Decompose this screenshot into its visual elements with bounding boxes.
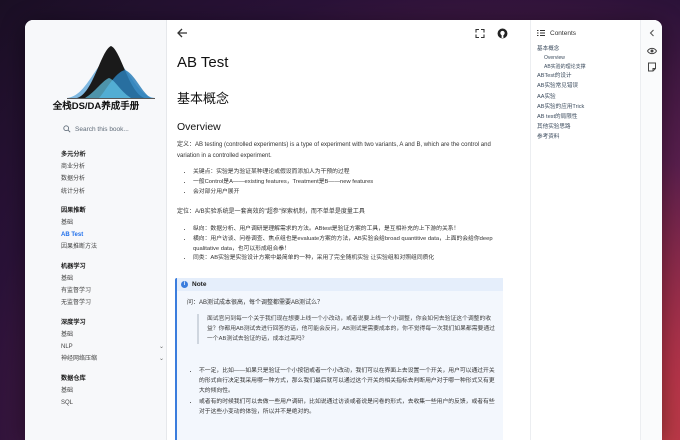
sidebar-item[interactable]: 神经网络压缩 ⌄ [61, 353, 166, 365]
collapse-chevron-icon[interactable] [647, 28, 657, 38]
positioning-paragraph: 定位：A/B实验系统是一套高效的"超参"探索机制，而不单单是度量工具 [177, 209, 365, 215]
nav-group-title: 数据仓库 [61, 374, 86, 382]
note-label: Note [192, 281, 207, 288]
subsection-heading: Overview [177, 121, 221, 133]
list-item: 关键点：实验是为验证某种理论或假设而添加人为干预的过程 [193, 168, 505, 178]
sidebar-item[interactable]: 基础 [61, 217, 166, 229]
list-item: 会对部分用户展开 [193, 188, 505, 198]
page-title: AB Test [177, 54, 229, 71]
sidebar-item-label: 神经网络压缩 [61, 356, 98, 363]
list-item: 同类：AB实验是实验设计方案中最简单的一种，采用了完全随机实验 让实验组和对照组… [193, 254, 505, 264]
toc-item[interactable]: ABTest的设计 [537, 71, 641, 81]
sidebar-item-label: 数据分析 [61, 176, 86, 183]
list-item: 一般Control是A——existing features，Treatment… [193, 178, 505, 188]
nav-group-title: 机器学习 [61, 262, 86, 270]
chevron-down-icon[interactable]: ⌄ [159, 353, 164, 365]
relation-list: 纵向：数据分析、用户调研是理解需求的方法。ABtest是验证方案的工具，是互相补… [185, 225, 505, 264]
app-window: 全栈DS/DA养成手册 Search this book... 多元分析 商业分… [25, 20, 662, 440]
table-of-contents: Contents 基本概念 Overview AB实验的理论支撑 ABTest的… [530, 20, 640, 440]
sidebar-item[interactable]: 基础 [61, 273, 166, 285]
note-question: 问：AB测试成本很高，每个调整都需要AB测试么？ [187, 300, 324, 306]
list-item: 纵向：数据分析、用户调研是理解需求的方法。ABtest是验证方案的工具，是互相补… [193, 225, 505, 235]
sidebar-item-label: 基础 [61, 275, 74, 282]
github-icon[interactable] [497, 28, 508, 39]
sidebar-item-label: 基础 [61, 387, 74, 394]
search-icon [63, 125, 71, 133]
sidebar-item[interactable]: 基础 [61, 329, 166, 341]
sidebar-item[interactable]: 基础 [61, 385, 166, 397]
sidebar-item-label: 基础 [61, 331, 74, 338]
sidebar-item[interactable]: 商业分析 [61, 161, 166, 173]
search-box[interactable]: Search this book... [63, 122, 163, 136]
note-header: i Note [177, 278, 503, 291]
sidebar-item[interactable]: 有监督学习 [61, 285, 166, 297]
toc-header: Contents [537, 29, 576, 37]
toc-subitem[interactable]: AB实验的理论支撑 [537, 63, 641, 72]
toc-item[interactable]: AB test的局限性 [537, 112, 641, 122]
sidebar-item-label: 有监督学习 [61, 288, 92, 295]
sidebar-item[interactable]: 因果推断方法 [61, 241, 166, 253]
sidebar-item[interactable]: NLP ⌄ [61, 341, 166, 353]
note-callout: i Note 问：AB测试成本很高，每个调整都需要AB测试么？ 面试官问到每一个… [175, 278, 503, 440]
sidebar-item-label: SQL [61, 399, 74, 406]
search-placeholder: Search this book... [75, 125, 129, 133]
sidebar-item-label: 无监督学习 [61, 300, 92, 307]
definition-paragraph: 定义：AB testing (controlled experiments) i… [177, 142, 491, 159]
note-icon[interactable] [647, 62, 657, 72]
sidebar: 全栈DS/DA养成手册 Search this book... 多元分析 商业分… [25, 20, 167, 440]
eye-icon[interactable] [647, 46, 657, 56]
sidebar-item[interactable]: SQL [61, 397, 166, 409]
nav-group-title: 深度学习 [61, 318, 86, 326]
right-toolbar [640, 20, 662, 440]
toc-item[interactable]: AA实验 [537, 92, 641, 102]
list-item: 不一定，比如——如果只是验证一个小按钮或者一个小改动，我们可以在界面上去设置一个… [199, 367, 497, 396]
sidebar-item-label: 统计分析 [61, 188, 86, 195]
chevron-down-icon[interactable]: ⌄ [159, 341, 164, 353]
nav-group-title: 多元分析 [61, 151, 86, 158]
sidebar-nav: 多元分析 商业分析 数据分析 统计分析 因果推断 基础 AB Test 因果推断… [61, 148, 166, 409]
toc-subitem[interactable]: Overview [537, 54, 641, 63]
site-title: 全栈DS/DA养成手册 [52, 101, 140, 112]
sidebar-item[interactable]: 无监督学习 [61, 297, 166, 309]
toc-heading: Contents [550, 29, 577, 37]
list-item: 横向：用户访谈、问卷调查、焦点组也是evaluate方案的方法，AB实验会给br… [193, 235, 505, 255]
section-heading: 基本概念 [177, 91, 230, 106]
sidebar-item-label: 商业分析 [61, 164, 86, 170]
sidebar-item-active[interactable]: AB Test [61, 229, 166, 241]
logo-icon [67, 46, 155, 99]
nav-group-title: 因果推断 [61, 206, 86, 214]
fullscreen-icon[interactable] [475, 28, 485, 39]
sidebar-item-label: 因果推断方法 [61, 244, 98, 251]
note-quote: 面试官问到每一个关于我们现在想要上线一个小改动，或者说要上线一个小调整，你会如何… [197, 314, 497, 344]
toc-list-icon[interactable] [537, 29, 545, 37]
sidebar-item[interactable]: 统计分析 [61, 186, 166, 198]
note-answer-list: 不一定，比如——如果只是验证一个小按钮或者一个小改动，我们可以在界面上去设置一个… [191, 367, 497, 420]
sidebar-item[interactable]: 数据分析 [61, 173, 166, 185]
main-content: AB Test 基本概念 Overview 定义：AB testing (con… [167, 20, 537, 440]
key-points-list: 关键点：实验是为验证某种理论或假设而添加人为干预的过程 一般Control是A—… [185, 168, 505, 197]
toc-item[interactable]: 其他实验思路 [537, 122, 641, 132]
toc-item[interactable]: 基本概念 [537, 44, 641, 54]
toc-item[interactable]: 参考资料 [537, 132, 641, 142]
toc-item[interactable]: AB实验的应用Trick [537, 102, 641, 112]
sidebar-item-label: AB Test [61, 232, 84, 239]
sidebar-item-label: NLP [61, 343, 73, 350]
sidebar-item-label: 基础 [61, 219, 74, 226]
info-icon: i [181, 281, 188, 288]
toc-list: 基本概念 Overview AB实验的理论支撑 ABTest的设计 AB实验常见… [537, 44, 641, 143]
toc-item[interactable]: AB实验常见错误 [537, 81, 641, 91]
list-item: 或者有的时候我们可以去做一些用户调研，比如说通过访谈或者说是问卷的形式，去收集一… [199, 398, 497, 418]
back-arrow-icon[interactable] [176, 27, 188, 39]
